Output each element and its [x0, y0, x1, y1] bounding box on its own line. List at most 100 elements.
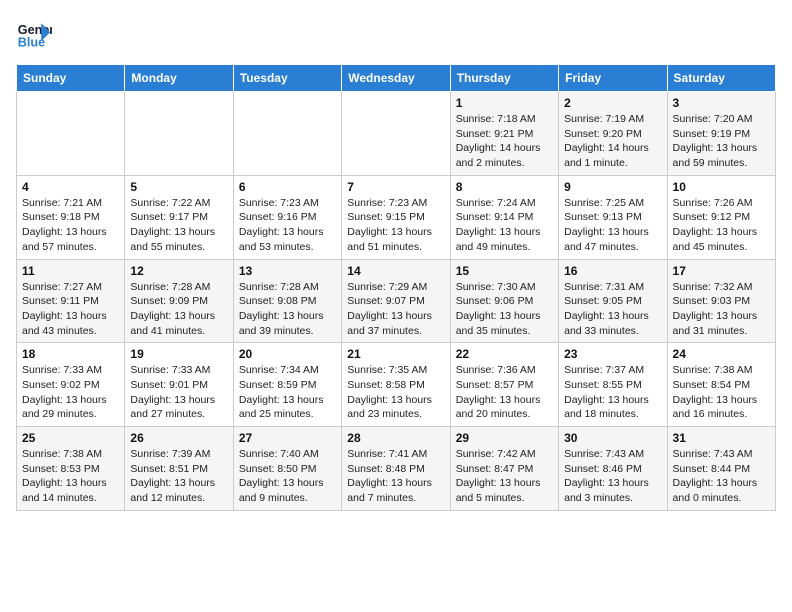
- day-number: 30: [564, 431, 661, 445]
- calendar-day-cell: 12 Sunrise: 7:28 AM Sunset: 9:09 PM Dayli…: [125, 259, 233, 343]
- calendar-week-row: 18 Sunrise: 7:33 AM Sunset: 9:02 PM Dayli…: [17, 343, 776, 427]
- calendar-day-cell: 2 Sunrise: 7:19 AM Sunset: 9:20 PM Daylig…: [559, 92, 667, 176]
- calendar-day-cell: 16 Sunrise: 7:31 AM Sunset: 9:05 PM Dayli…: [559, 259, 667, 343]
- day-of-week-header: Friday: [559, 65, 667, 92]
- calendar-day-cell: 20 Sunrise: 7:34 AM Sunset: 8:59 PM Dayli…: [233, 343, 341, 427]
- calendar-day-cell: 1 Sunrise: 7:18 AM Sunset: 9:21 PM Daylig…: [450, 92, 558, 176]
- day-info: Sunrise: 7:18 AM Sunset: 9:21 PM Dayligh…: [456, 112, 553, 171]
- svg-text:Blue: Blue: [18, 36, 45, 50]
- calendar-day-cell: 9 Sunrise: 7:25 AM Sunset: 9:13 PM Daylig…: [559, 175, 667, 259]
- calendar-table: SundayMondayTuesdayWednesdayThursdayFrid…: [16, 64, 776, 511]
- day-number: 18: [22, 347, 119, 361]
- day-number: 17: [673, 264, 770, 278]
- logo: General Blue: [16, 16, 52, 52]
- day-info: Sunrise: 7:22 AM Sunset: 9:17 PM Dayligh…: [130, 196, 227, 255]
- day-info: Sunrise: 7:37 AM Sunset: 8:55 PM Dayligh…: [564, 363, 661, 422]
- day-number: 23: [564, 347, 661, 361]
- day-number: 19: [130, 347, 227, 361]
- day-info: Sunrise: 7:25 AM Sunset: 9:13 PM Dayligh…: [564, 196, 661, 255]
- day-number: 31: [673, 431, 770, 445]
- calendar-day-cell: 24 Sunrise: 7:38 AM Sunset: 8:54 PM Dayli…: [667, 343, 775, 427]
- day-info: Sunrise: 7:35 AM Sunset: 8:58 PM Dayligh…: [347, 363, 444, 422]
- day-number: 1: [456, 96, 553, 110]
- calendar-day-cell: 13Sunrise: 7:28 AM Sunset: 9:08 PM Dayli…: [233, 259, 341, 343]
- day-info: Sunrise: 7:23 AM Sunset: 9:15 PM Dayligh…: [347, 196, 444, 255]
- calendar-day-cell: [233, 92, 341, 176]
- day-number: 2: [564, 96, 661, 110]
- day-info: Sunrise: 7:32 AM Sunset: 9:03 PM Dayligh…: [673, 280, 770, 339]
- day-info: Sunrise: 7:36 AM Sunset: 8:57 PM Dayligh…: [456, 363, 553, 422]
- calendar-day-cell: 7 Sunrise: 7:23 AM Sunset: 9:15 PM Daylig…: [342, 175, 450, 259]
- calendar-day-cell: 25 Sunrise: 7:38 AM Sunset: 8:53 PM Dayli…: [17, 427, 125, 511]
- day-info: Sunrise: 7:20 AM Sunset: 9:19 PM Dayligh…: [673, 112, 770, 171]
- day-number: 8: [456, 180, 553, 194]
- day-info: Sunrise: 7:19 AM Sunset: 9:20 PM Dayligh…: [564, 112, 661, 171]
- day-info: Sunrise: 7:34 AM Sunset: 8:59 PM Dayligh…: [239, 363, 336, 422]
- day-info: Sunrise: 7:39 AM Sunset: 8:51 PM Dayligh…: [130, 447, 227, 506]
- calendar-day-cell: 26 Sunrise: 7:39 AM Sunset: 8:51 PM Dayli…: [125, 427, 233, 511]
- calendar-day-cell: 14 Sunrise: 7:29 AM Sunset: 9:07 PM Dayli…: [342, 259, 450, 343]
- calendar-day-cell: 23 Sunrise: 7:37 AM Sunset: 8:55 PM Dayli…: [559, 343, 667, 427]
- day-number: 24: [673, 347, 770, 361]
- calendar-day-cell: 10Sunrise: 7:26 AM Sunset: 9:12 PM Dayli…: [667, 175, 775, 259]
- page-header: General Blue: [16, 16, 776, 52]
- day-number: 25: [22, 431, 119, 445]
- day-of-week-header: Thursday: [450, 65, 558, 92]
- calendar-week-row: 1 Sunrise: 7:18 AM Sunset: 9:21 PM Daylig…: [17, 92, 776, 176]
- day-info: Sunrise: 7:33 AM Sunset: 9:02 PM Dayligh…: [22, 363, 119, 422]
- days-header-row: SundayMondayTuesdayWednesdayThursdayFrid…: [17, 65, 776, 92]
- day-number: 16: [564, 264, 661, 278]
- day-number: 26: [130, 431, 227, 445]
- day-number: 27: [239, 431, 336, 445]
- calendar-day-cell: 3 Sunrise: 7:20 AM Sunset: 9:19 PM Daylig…: [667, 92, 775, 176]
- day-number: 11: [22, 264, 119, 278]
- day-info: Sunrise: 7:30 AM Sunset: 9:06 PM Dayligh…: [456, 280, 553, 339]
- calendar-day-cell: 15 Sunrise: 7:30 AM Sunset: 9:06 PM Dayli…: [450, 259, 558, 343]
- calendar-week-row: 25 Sunrise: 7:38 AM Sunset: 8:53 PM Dayli…: [17, 427, 776, 511]
- calendar-day-cell: 19 Sunrise: 7:33 AM Sunset: 9:01 PM Dayli…: [125, 343, 233, 427]
- day-info: Sunrise: 7:43 AM Sunset: 8:46 PM Dayligh…: [564, 447, 661, 506]
- day-info: Sunrise: 7:38 AM Sunset: 8:53 PM Dayligh…: [22, 447, 119, 506]
- logo-icon: General Blue: [16, 16, 52, 52]
- calendar-day-cell: [17, 92, 125, 176]
- calendar-week-row: 11 Sunrise: 7:27 AM Sunset: 9:11 PM Dayli…: [17, 259, 776, 343]
- day-info: Sunrise: 7:41 AM Sunset: 8:48 PM Dayligh…: [347, 447, 444, 506]
- day-info: Sunrise: 7:38 AM Sunset: 8:54 PM Dayligh…: [673, 363, 770, 422]
- day-number: 4: [22, 180, 119, 194]
- calendar-day-cell: [125, 92, 233, 176]
- calendar-day-cell: 11 Sunrise: 7:27 AM Sunset: 9:11 PM Dayli…: [17, 259, 125, 343]
- day-number: 9: [564, 180, 661, 194]
- day-of-week-header: Wednesday: [342, 65, 450, 92]
- calendar-day-cell: 22Sunrise: 7:36 AM Sunset: 8:57 PM Dayli…: [450, 343, 558, 427]
- day-info: Sunrise: 7:42 AM Sunset: 8:47 PM Dayligh…: [456, 447, 553, 506]
- day-info: Sunrise: 7:31 AM Sunset: 9:05 PM Dayligh…: [564, 280, 661, 339]
- calendar-day-cell: 8Sunrise: 7:24 AM Sunset: 9:14 PM Daylig…: [450, 175, 558, 259]
- day-info: Sunrise: 7:33 AM Sunset: 9:01 PM Dayligh…: [130, 363, 227, 422]
- day-info: Sunrise: 7:27 AM Sunset: 9:11 PM Dayligh…: [22, 280, 119, 339]
- day-number: 6: [239, 180, 336, 194]
- day-info: Sunrise: 7:29 AM Sunset: 9:07 PM Dayligh…: [347, 280, 444, 339]
- day-number: 20: [239, 347, 336, 361]
- day-number: 7: [347, 180, 444, 194]
- calendar-header: SundayMondayTuesdayWednesdayThursdayFrid…: [17, 65, 776, 92]
- calendar-day-cell: 31Sunrise: 7:43 AM Sunset: 8:44 PM Dayli…: [667, 427, 775, 511]
- calendar-week-row: 4 Sunrise: 7:21 AM Sunset: 9:18 PM Daylig…: [17, 175, 776, 259]
- day-number: 28: [347, 431, 444, 445]
- day-info: Sunrise: 7:23 AM Sunset: 9:16 PM Dayligh…: [239, 196, 336, 255]
- calendar-day-cell: 6 Sunrise: 7:23 AM Sunset: 9:16 PM Daylig…: [233, 175, 341, 259]
- day-of-week-header: Sunday: [17, 65, 125, 92]
- day-info: Sunrise: 7:21 AM Sunset: 9:18 PM Dayligh…: [22, 196, 119, 255]
- calendar-day-cell: 30 Sunrise: 7:43 AM Sunset: 8:46 PM Dayli…: [559, 427, 667, 511]
- day-number: 12: [130, 264, 227, 278]
- calendar-day-cell: 21Sunrise: 7:35 AM Sunset: 8:58 PM Dayli…: [342, 343, 450, 427]
- day-number: 15: [456, 264, 553, 278]
- day-info: Sunrise: 7:40 AM Sunset: 8:50 PM Dayligh…: [239, 447, 336, 506]
- day-info: Sunrise: 7:28 AM Sunset: 9:09 PM Dayligh…: [130, 280, 227, 339]
- calendar-day-cell: 28 Sunrise: 7:41 AM Sunset: 8:48 PM Dayli…: [342, 427, 450, 511]
- calendar-day-cell: 4 Sunrise: 7:21 AM Sunset: 9:18 PM Daylig…: [17, 175, 125, 259]
- calendar-day-cell: 27 Sunrise: 7:40 AM Sunset: 8:50 PM Dayli…: [233, 427, 341, 511]
- day-number: 14: [347, 264, 444, 278]
- day-number: 29: [456, 431, 553, 445]
- day-number: 3: [673, 96, 770, 110]
- day-number: 13: [239, 264, 336, 278]
